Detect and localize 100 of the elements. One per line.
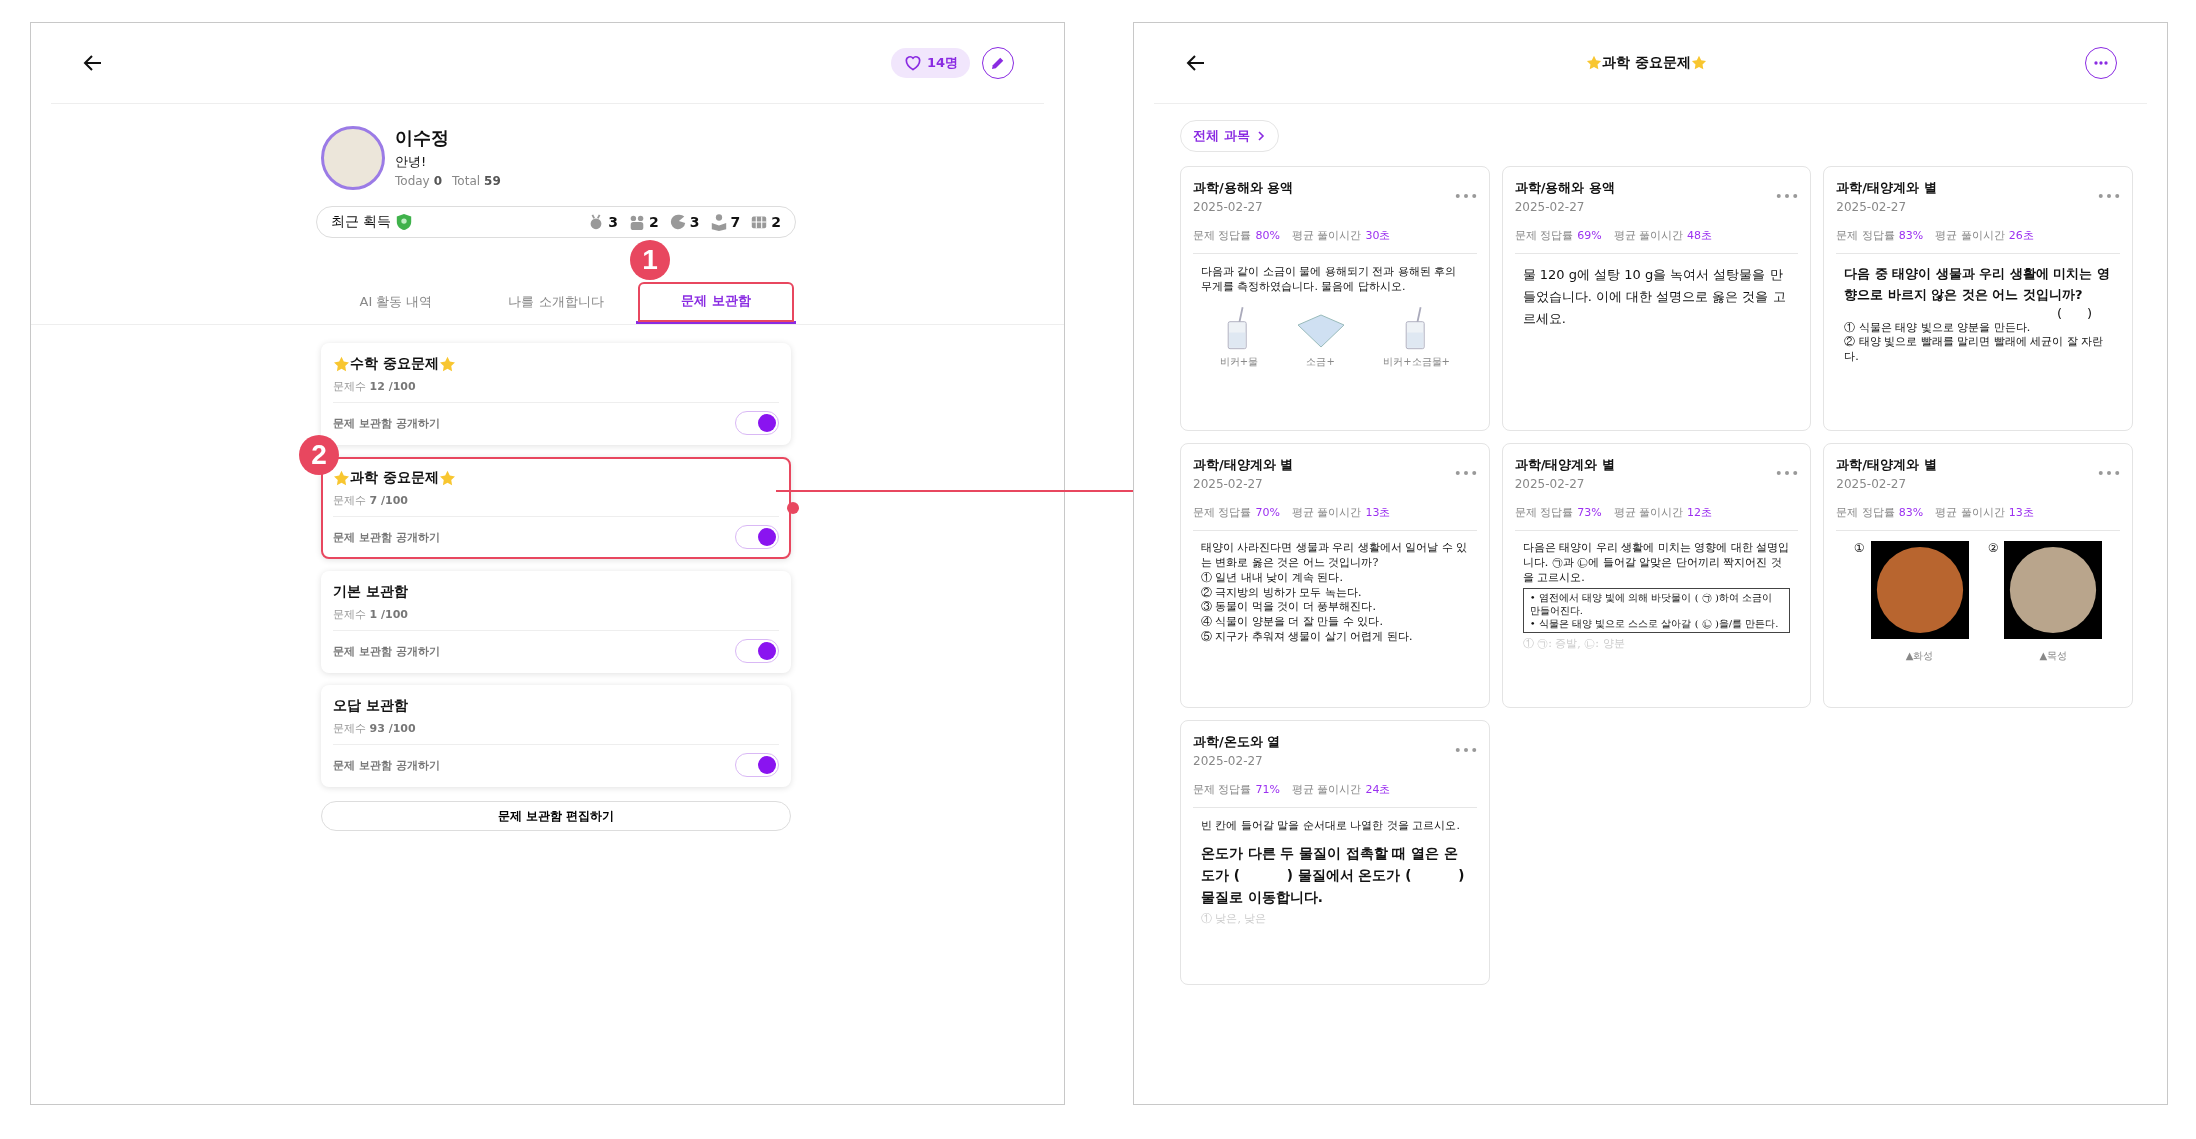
badge-count: 3 <box>689 214 700 230</box>
count-label: 문제수 <box>333 380 366 393</box>
count-label: 문제수 <box>333 608 366 621</box>
profile-status: 안녕! <box>395 153 428 171</box>
answer-option: ① 일년 내내 낮이 계속 된다. <box>1201 570 1469 586</box>
profile-tab[interactable]: 문제 보관함 <box>636 280 796 324</box>
question-date: 2025-02-27 <box>1514 477 1586 491</box>
question-card[interactable]: 과학/태양계와 별 2025-02-27 문제 정답률 70% 평균 풀이시간 13초 태양이 사라진다면 생물과 우리 생활에서 일어날 수 있는 변화로 옳은 것은 어느 것입니까? ① 일년 내내 낮이 계속 된다. ② 극지방의 빙하가 모두 녹는다. ③ 동물이 먹을 것이 더 풍부해진다. ④ 식물이 양분을 더 잘 만들 수 있다. ⑤ 지구가 추워져 생물이 살기 어렵게 된다. <box>1180 443 1490 708</box>
stat-label: 문제 정답률 <box>1193 506 1252 519</box>
recent-label: 최근 획득 <box>331 213 392 231</box>
profile-name: 이수정 <box>395 126 450 150</box>
public-toggle-label: 문제 보관함 공개하기 <box>333 529 440 545</box>
box-title: 기본 보관함 <box>333 583 408 601</box>
question-text: 다음은 태양이 우리 생활에 미치는 영향에 대한 설명입니다. ㉠과 ㉡에 들어갈 알맞은 단어끼리 짝지어진 것을 고르시오. <box>1522 541 1791 586</box>
question-date: 2025-02-27 <box>1514 200 1586 214</box>
correct-rate: 71% <box>1255 783 1280 796</box>
today-count: 0 <box>433 174 443 188</box>
like-count-button[interactable]: 14명 <box>890 48 970 78</box>
box-title: 과학 중요문제 <box>350 469 439 487</box>
average-time: 26초 <box>2008 229 2034 242</box>
problem-count: 1 /100 <box>369 608 408 621</box>
problem-box-card[interactable]: 오답 보관함 문제수 93 /100 문제 보관함 공개하기 <box>321 685 791 787</box>
box-title: 오답 보관함 <box>333 697 408 715</box>
question-subject: 과학/태양계와 별 <box>1836 179 1937 197</box>
answer-blank: ( ) <box>2056 305 2092 321</box>
average-time: 13초 <box>1365 506 1391 519</box>
answer-option: ④ 식물이 양분을 더 잘 만들 수 있다. <box>1201 615 1469 631</box>
correct-rate: 80% <box>1255 229 1280 242</box>
condition-text: • 식물은 태양 빛으로 스스로 살아갈 ( ㉡ )을/를 만든다. <box>1529 616 1780 630</box>
option-marker: ② <box>1987 541 1999 557</box>
problem-count: 12 /100 <box>369 380 416 393</box>
badge-count: 7 <box>730 214 741 230</box>
question-text: 태양이 사라진다면 생물과 우리 생활에서 일어날 수 있는 변화로 옳은 것은 어느 것입니까? <box>1201 541 1469 571</box>
drawing-label: 비커+물 <box>1219 354 1259 369</box>
count-label: 문제수 <box>333 722 366 735</box>
stat-label: 문제 정답률 <box>1836 506 1895 519</box>
total-count: 59 <box>484 174 501 188</box>
problem-count: 93 /100 <box>369 722 416 735</box>
condition-text: • 염전에서 태양 빛에 의해 바닷물이 ( ㉠ )하여 소금이 만들어진다. <box>1529 590 1773 617</box>
average-time: 13초 <box>2008 506 2034 519</box>
public-toggle-label: 문제 보관함 공개하기 <box>333 415 440 431</box>
total-label: Total <box>452 174 481 188</box>
question-date: 2025-02-27 <box>1193 200 1264 214</box>
callout-number: 2 <box>299 435 339 475</box>
question-card[interactable]: 과학/태양계와 별 2025-02-27 문제 정답률 83% 평균 풀이시간 13초 ① ▲화성 ② ▲목성 <box>1823 443 2133 708</box>
box-title: 수학 중요문제 <box>350 355 439 373</box>
edit-boxes-button[interactable]: 문제 보관함 편집하기 <box>321 801 791 831</box>
public-toggle-label: 문제 보관함 공개하기 <box>333 757 440 773</box>
question-card[interactable]: 과학/용해와 용액 2025-02-27 문제 정답률 80% 평균 풀이시간 30초 다음과 같이 소금이 물에 용해되기 전과 용해된 후의 무게를 측정하였습니다. 물음에 답하시오. 비커+물 소금+ 비커+소금물+ <box>1180 166 1490 431</box>
question-subject: 과학/태양계와 별 <box>1836 456 1937 474</box>
question-text: 다음 중 태양이 생물과 우리 생활에 미치는 영향으로 바르지 않은 것은 어느 것입니까? <box>1844 265 2111 304</box>
answer-option: ⑤ 지구가 추워져 생물이 살기 어렵게 된다. <box>1201 630 1469 645</box>
question-text: 빈 칸에 들어갈 말을 순서대로 나열한 것을 고르시오. <box>1201 818 1461 834</box>
answer-option: ① 식물은 태양 빛으로 양분을 만든다. <box>1844 320 2112 336</box>
stat-label: 평균 풀이시간 <box>1935 506 2005 519</box>
question-text: 물 120 g에 설탕 10 g을 녹여서 설탕물을 만들었습니다. 이에 대한 설명으로 옳은 것을 고르세요. <box>1522 266 1787 329</box>
question-subject: 과학/용해와 용액 <box>1193 179 1294 197</box>
correct-rate: 70% <box>1255 506 1280 519</box>
question-date: 2025-02-27 <box>1836 200 1908 214</box>
stat-label: 문제 정답률 <box>1836 229 1895 242</box>
question-subject: 과학/태양계와 별 <box>1514 456 1615 474</box>
public-toggle-label: 문제 보관함 공개하기 <box>333 643 440 659</box>
stat-label: 평균 풀이시간 <box>1291 506 1362 519</box>
callout-number: 1 <box>630 240 670 280</box>
badge-count: 2 <box>649 214 659 230</box>
stat-label: 평균 풀이시간 <box>1613 229 1684 242</box>
question-text: 다음과 같이 소금이 물에 용해되기 전과 용해된 후의 무게를 측정하였습니다. 물음에 답하시오. <box>1201 264 1458 295</box>
screen-title: 과학 중요문제 <box>1602 54 1691 72</box>
average-time: 30초 <box>1365 229 1391 242</box>
answer-option: ② 태양 빛으로 빨래를 말리면 빨래에 세균이 잘 자란다. <box>1844 335 2112 366</box>
profile-tab[interactable]: 나를 소개합니다 <box>476 280 636 324</box>
stat-label: 문제 정답률 <box>1193 229 1252 242</box>
stat-label: 문제 정답률 <box>1514 506 1574 519</box>
stat-label: 문제 정답률 <box>1514 229 1574 242</box>
average-time: 12초 <box>1687 506 1713 519</box>
question-subject: 과학/온도와 열 <box>1193 733 1281 751</box>
question-date: 2025-02-27 <box>1193 754 1264 768</box>
question-date: 2025-02-27 <box>1836 477 1908 491</box>
stat-label: 평균 풀이시간 <box>1291 229 1362 242</box>
correct-rate: 83% <box>1898 229 1924 242</box>
question-subject: 과학/태양계와 별 <box>1193 456 1294 474</box>
drawing-label: 소금+ <box>1306 354 1335 369</box>
problem-count: 7 /100 <box>369 494 408 507</box>
problem-box-card[interactable]: 기본 보관함 문제수 1 /100 문제 보관함 공개하기 <box>321 571 791 673</box>
stat-label: 평균 풀이시간 <box>1935 229 2005 242</box>
question-text: 온도가 다른 두 물질이 접촉할 때 열은 온도가 ( ) 물질에서 온도가 ( ) 물질로 이동합니다. <box>1201 844 1466 907</box>
question-card[interactable]: 과학/용해와 용액 2025-02-27 문제 정답률 69% 평균 풀이시간 48초 물 120 g에 설탕 10 g을 녹여서 설탕물을 만들었습니다. 이에 대한 설명으로 옳은 것을 고르세요. <box>1501 166 1812 431</box>
count-label: 문제수 <box>333 494 366 507</box>
correct-rate: 69% <box>1577 229 1602 242</box>
problem-box-card[interactable]: 수학 중요문제 문제수 12 /100 문제 보관함 공개하기 <box>321 343 791 445</box>
stat-label: 평균 풀이시간 <box>1613 506 1684 519</box>
subject-filter-button[interactable]: 전체 과목 <box>1180 120 1279 152</box>
planet-caption: ▲목성 <box>2039 649 2068 663</box>
average-time: 24초 <box>1365 783 1391 796</box>
question-subject: 과학/용해와 용액 <box>1514 179 1615 197</box>
badge-count: 3 <box>608 214 618 230</box>
question-card[interactable]: 과학/태양계와 별 2025-02-27 문제 정답률 83% 평균 풀이시간 26초 다음 중 태양이 생물과 우리 생활에 미치는 영향으로 바르지 않은 것은 어느 것입니까? ( ) ① 식물은 태양 빛으로 양분을 만든다. ② 태양 빛으로 빨래를 말리면 빨래에 세균이 잘 자란다. <box>1823 166 2133 431</box>
correct-rate: 73% <box>1577 506 1602 519</box>
answer-option: ③ 동물이 먹을 것이 더 풍부해진다. <box>1201 600 1469 616</box>
profile-tab[interactable]: AI 활동 내역 <box>316 280 476 324</box>
